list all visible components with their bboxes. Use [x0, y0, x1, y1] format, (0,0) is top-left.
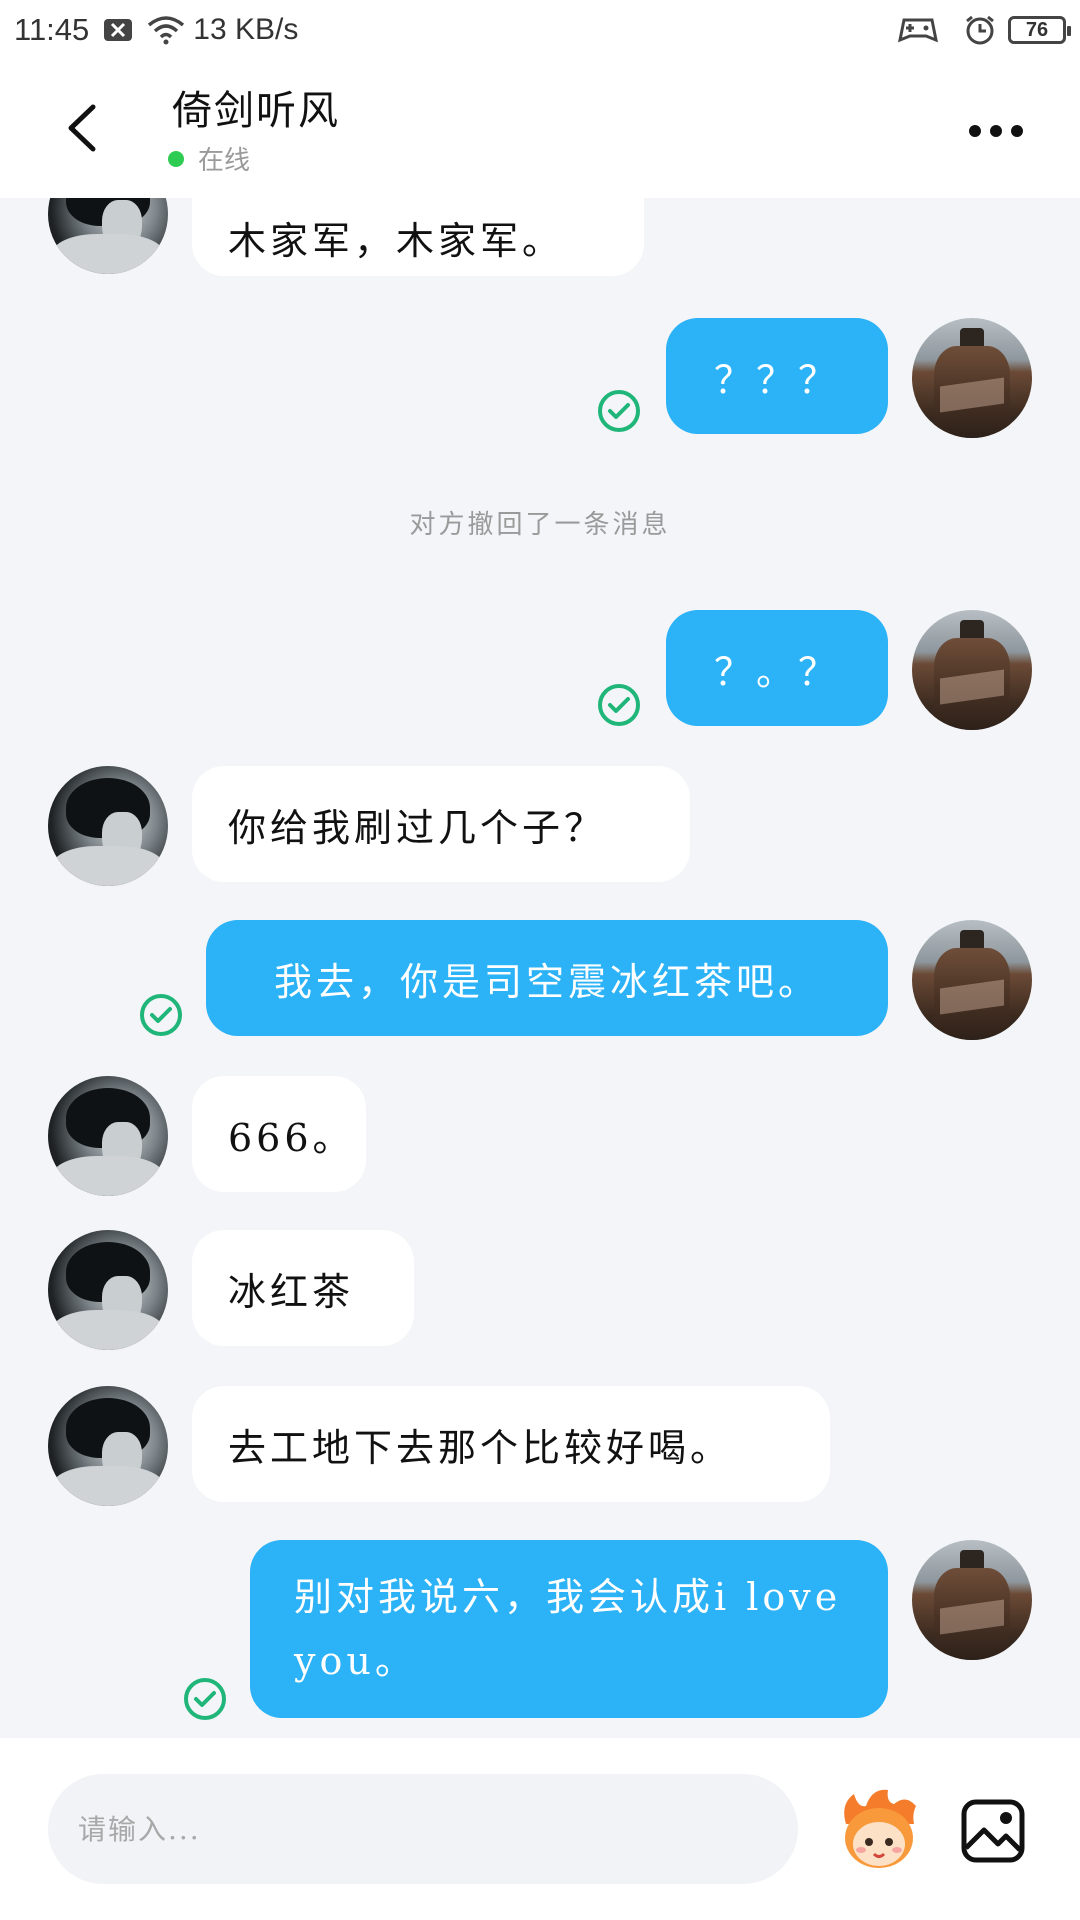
gamepad-icon: [898, 16, 938, 44]
message-text: 666。: [228, 1115, 355, 1160]
emoji-button[interactable]: [836, 1784, 922, 1874]
recall-notice: 对方撤回了一条消息: [409, 510, 671, 540]
message-bubble-sent[interactable]: ？？？: [666, 318, 888, 434]
message-text: 木家军，木家军。: [228, 218, 565, 263]
my-avatar[interactable]: [912, 1540, 1032, 1660]
contact-name: 倚剑听风: [172, 88, 340, 134]
message-input-wrapper[interactable]: [48, 1774, 798, 1884]
mascot-emoji-icon: [844, 1789, 916, 1868]
status-time: 11:45: [14, 12, 90, 47]
contact-avatar[interactable]: [48, 1386, 168, 1506]
message-text: 你给我刷过几个子？: [228, 805, 607, 850]
contact-avatar[interactable]: [48, 766, 168, 886]
message-text: 冰红茶: [228, 1269, 355, 1314]
my-avatar[interactable]: [912, 610, 1032, 730]
message-text-line-2: you。: [294, 1639, 417, 1683]
close-box-icon: [103, 18, 133, 42]
message-bubble-received[interactable]: 去工地下去那个比较好喝。: [192, 1386, 830, 1502]
message-bubble-received[interactable]: 你给我刷过几个子？: [192, 766, 690, 882]
image-picker-button[interactable]: [960, 1798, 1026, 1864]
input-bar: [0, 1738, 1080, 1920]
more-dots-icon: [969, 125, 1023, 137]
battery-level: 76: [1025, 18, 1049, 41]
contact-avatar[interactable]: [48, 1230, 168, 1350]
chat-header: 倚剑听风 在线: [0, 60, 1080, 198]
read-check-icon: [598, 684, 640, 726]
alarm-icon: [964, 14, 996, 46]
message-text: 去工地下去那个比较好喝。: [228, 1425, 733, 1470]
my-avatar[interactable]: [912, 318, 1032, 438]
chevron-left-icon: [68, 104, 96, 152]
message-text-line-1: 别对我说六，我会认成i love: [294, 1575, 842, 1619]
message-list[interactable]: 木家军，木家军。 ？？？ 对方撤回了一条消息 ？。？ 你给我刷过几个子？ 我去，…: [0, 198, 1080, 1738]
message-bubble-sent[interactable]: ？。？: [666, 610, 888, 726]
online-status: 在线: [168, 140, 250, 177]
my-avatar[interactable]: [912, 920, 1032, 1040]
online-dot: [168, 150, 184, 167]
message-bubble-received[interactable]: 木家军，木家军。: [192, 198, 644, 276]
back-button[interactable]: [56, 98, 106, 158]
contact-avatar[interactable]: [48, 1076, 168, 1196]
message-text: ？。？: [713, 649, 840, 694]
net-speed: 13 KB/s: [193, 13, 299, 46]
message-text: ？？？: [713, 357, 840, 402]
status-bar: 11:45 13 KB/s 76: [0, 0, 1080, 60]
message-bubble-received[interactable]: 666。: [192, 1076, 366, 1192]
read-check-icon: [598, 390, 640, 432]
contact-avatar[interactable]: [48, 198, 168, 274]
message-text: 我去，你是司空震冰红茶吧。: [273, 959, 820, 1004]
battery-icon: 76: [1008, 16, 1071, 44]
message-bubble-received[interactable]: 冰红茶: [192, 1230, 414, 1346]
wifi-icon: [147, 15, 185, 45]
message-input[interactable]: [78, 1812, 798, 1846]
read-check-icon: [184, 1678, 226, 1720]
online-status-text: 在线: [198, 146, 251, 176]
message-bubble-sent[interactable]: 别对我说六，我会认成i love you。: [250, 1540, 888, 1718]
read-check-icon: [140, 994, 182, 1036]
image-icon: [961, 1799, 1025, 1863]
message-bubble-sent[interactable]: 我去，你是司空震冰红茶吧。: [206, 920, 888, 1036]
more-options-button[interactable]: [966, 116, 1026, 146]
